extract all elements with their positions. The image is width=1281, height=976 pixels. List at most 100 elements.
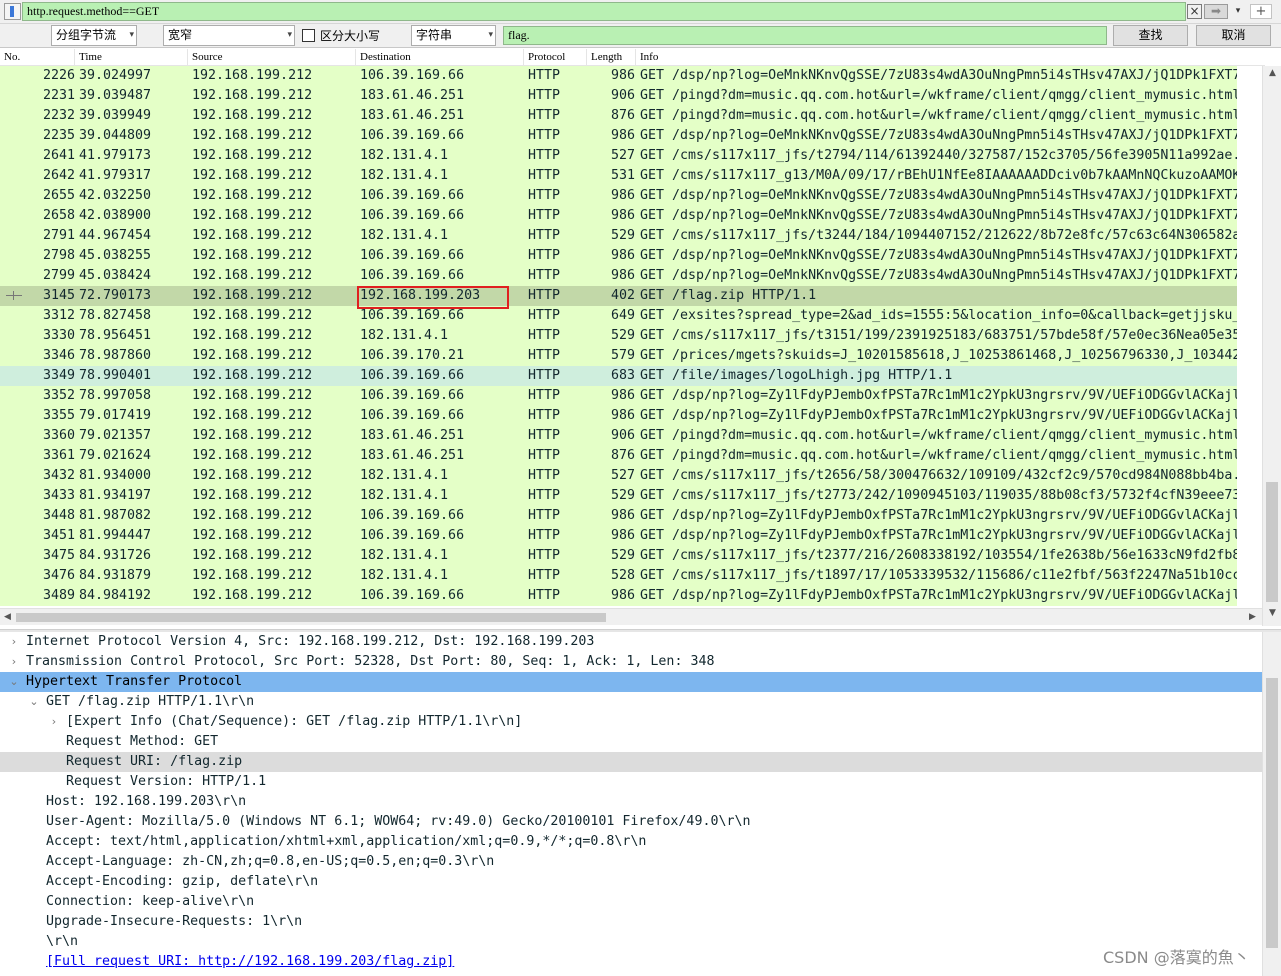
column-header-protocol[interactable]: Protocol [524, 49, 587, 66]
table-row[interactable]: 3360 79.021357 192.168.199.212 183.61.46.25… [0, 426, 1237, 446]
detail-tree-item[interactable]: ⌄ GET /flag.zip HTTP/1.1\r\n [0, 692, 1262, 712]
table-row[interactable]: 2232 39.039949 192.168.199.212 183.61.46.25… [0, 106, 1237, 126]
detail-tree-item[interactable]: \r\n [0, 932, 1262, 952]
detail-tree-item[interactable]: Connection: keep-alive\r\n [0, 892, 1262, 912]
find-button[interactable]: 查找 [1113, 25, 1188, 46]
table-row[interactable]: 2231 39.039487 192.168.199.212 183.61.46.25… [0, 86, 1237, 106]
table-row[interactable]: 2658 42.038900 192.168.199.212 106.39.169.6… [0, 206, 1237, 226]
packet-time: 39.044809 [79, 128, 152, 143]
packet-list-horizontal-scrollbar[interactable]: ◀ ▶ [0, 608, 1262, 625]
packet-length: 876 [610, 108, 635, 123]
search-in-select[interactable]: 分组字节流 ▾ [51, 25, 137, 46]
packet-destination: 183.61.46.251 [360, 108, 465, 123]
column-header-source[interactable]: Source [188, 49, 356, 66]
detail-tree-item[interactable]: › Transmission Control Protocol, Src Port… [0, 652, 1262, 672]
detail-tree-item[interactable]: › [Expert Info (Chat/Sequence): GET /flag… [0, 712, 1262, 732]
table-row[interactable]: 3312 78.827458 192.168.199.212 106.39.169.6… [0, 306, 1237, 326]
packet-number: 3145 [42, 288, 75, 303]
table-row[interactable]: 3330 78.956451 192.168.199.212 182.131.4.1 H… [0, 326, 1237, 346]
expand-collapsed-icon[interactable]: › [8, 652, 20, 672]
packet-time: 45.038255 [79, 248, 152, 263]
table-row[interactable]: 3476 84.931879 192.168.199.212 182.131.4.1 H… [0, 566, 1237, 586]
packet-destination: 182.131.4.1 [360, 228, 449, 243]
packet-time: 44.967454 [79, 228, 152, 243]
packet-source: 192.168.199.212 [192, 88, 313, 103]
table-row[interactable]: 2235 39.044809 192.168.199.212 106.39.169.6… [0, 126, 1237, 146]
table-row[interactable]: 3433 81.934197 192.168.199.212 182.131.4.1 H… [0, 486, 1237, 506]
cancel-button[interactable]: 取消 [1196, 25, 1271, 46]
detail-tree-item[interactable]: User-Agent: Mozilla/5.0 (Windows NT 6.1;… [0, 812, 1262, 832]
table-row[interactable]: 2642 41.979317 192.168.199.212 182.131.4.1 H… [0, 166, 1237, 186]
table-row[interactable]: 3346 78.987860 192.168.199.212 106.39.170.2… [0, 346, 1237, 366]
detail-tree-item[interactable]: Request Version: HTTP/1.1 [0, 772, 1262, 792]
packet-time: 72.790173 [79, 288, 152, 303]
detail-tree-item[interactable]: › Internet Protocol Version 4, Src: 192.1… [0, 632, 1262, 652]
column-header-no[interactable]: No. [0, 49, 75, 66]
detail-tree-item[interactable]: Accept-Encoding: gzip, deflate\r\n [0, 872, 1262, 892]
scroll-right-icon[interactable]: ▶ [1245, 610, 1260, 625]
packet-protocol: HTTP [528, 68, 561, 83]
detail-tree-item[interactable]: [Full request URI: http://192.168.199.20… [0, 952, 1262, 972]
table-row[interactable]: 3448 81.987082 192.168.199.212 106.39.169.6… [0, 506, 1237, 526]
detail-tree-item[interactable]: ⌄ Hypertext Transfer Protocol [0, 672, 1262, 692]
expand-collapsed-icon[interactable]: › [8, 632, 20, 652]
filter-bookmark-icon[interactable] [4, 3, 21, 20]
table-row[interactable]: 2791 44.967454 192.168.199.212 182.131.4.1 H… [0, 226, 1237, 246]
column-header-destination[interactable]: Destination [356, 49, 524, 66]
filter-history-icon[interactable]: ▾ [1231, 4, 1245, 19]
find-string-input[interactable]: flag. [503, 26, 1107, 45]
scrollbar-thumb[interactable] [16, 613, 606, 622]
expand-open-icon[interactable]: ⌄ [28, 692, 40, 712]
table-row[interactable]: 3451 81.994447 192.168.199.212 106.39.169.6… [0, 526, 1237, 546]
packet-destination: 106.39.170.21 [360, 348, 465, 363]
full-request-uri-link[interactable]: [Full request URI: http://192.168.199.20… [46, 952, 454, 972]
packet-list-vertical-scrollbar[interactable]: ▲ ▼ [1262, 66, 1281, 626]
table-row[interactable]: 3349 78.990401 192.168.199.212 106.39.169.6… [0, 366, 1237, 386]
packet-time: 78.987860 [79, 348, 152, 363]
detail-tree-item[interactable]: Upgrade-Insecure-Requests: 1\r\n [0, 912, 1262, 932]
packet-time: 84.984192 [79, 588, 152, 603]
packet-protocol: HTTP [528, 348, 561, 363]
table-row[interactable]: 2226 39.024997 192.168.199.212 106.39.169.6… [0, 66, 1237, 86]
packet-number: 3360 [42, 428, 75, 443]
scrollbar-thumb[interactable] [1266, 678, 1278, 948]
table-row[interactable]: 2798 45.038255 192.168.199.212 106.39.169.6… [0, 246, 1237, 266]
packet-source: 192.168.199.212 [192, 188, 313, 203]
packet-number: 2235 [42, 128, 75, 143]
column-header-info[interactable]: Info [636, 49, 1265, 66]
detail-tree-item[interactable]: Accept-Language: zh-CN,zh;q=0.8,en-US;q=… [0, 852, 1262, 872]
expand-open-icon[interactable]: ⌄ [8, 672, 20, 692]
scroll-left-icon[interactable]: ◀ [0, 610, 15, 625]
display-filter-input[interactable]: http.request.method==GET [22, 2, 1186, 21]
table-row[interactable]: 3355 79.017419 192.168.199.212 106.39.169.6… [0, 406, 1237, 426]
apply-filter-icon[interactable]: ➡ [1204, 4, 1228, 19]
scroll-down-icon[interactable]: ▼ [1265, 606, 1280, 621]
table-row[interactable]: 3145 72.790173 192.168.199.212 192.168.199.… [0, 286, 1237, 306]
packet-time: 78.956451 [79, 328, 152, 343]
char-width-select[interactable]: 宽窄 ▾ [163, 25, 295, 46]
table-row[interactable]: 2655 42.032250 192.168.199.212 106.39.169.6… [0, 186, 1237, 206]
table-row[interactable]: 2641 41.979173 192.168.199.212 182.131.4.1 H… [0, 146, 1237, 166]
details-vertical-scrollbar[interactable] [1262, 632, 1281, 976]
packet-info: GET /pingd?dm=music.qq.com.hot&url=/wkfr… [640, 88, 1237, 103]
column-header-time[interactable]: Time [75, 49, 188, 66]
table-row[interactable]: 3475 84.931726 192.168.199.212 182.131.4.1 H… [0, 546, 1237, 566]
packet-info: GET /pingd?dm=music.qq.com.hot&url=/wkfr… [640, 448, 1237, 463]
search-type-select[interactable]: 字符串 ▾ [411, 25, 496, 46]
scroll-up-icon[interactable]: ▲ [1265, 66, 1280, 81]
detail-tree-item[interactable]: Request URI: /flag.zip [0, 752, 1262, 772]
table-row[interactable]: 3489 84.984192 192.168.199.212 106.39.169.6… [0, 586, 1237, 606]
expand-collapsed-icon[interactable]: › [48, 712, 60, 732]
column-header-length[interactable]: Length [587, 49, 636, 66]
case-sensitive-checkbox[interactable] [302, 29, 315, 42]
add-filter-button-icon[interactable]: + [1250, 4, 1272, 19]
table-row[interactable]: 2799 45.038424 192.168.199.212 106.39.169.6… [0, 266, 1237, 286]
detail-tree-item[interactable]: Accept: text/html,application/xhtml+xml,… [0, 832, 1262, 852]
clear-filter-icon[interactable]: × [1187, 4, 1202, 19]
table-row[interactable]: 3352 78.997058 192.168.199.212 106.39.169.6… [0, 386, 1237, 406]
table-row[interactable]: 3432 81.934000 192.168.199.212 182.131.4.1 H… [0, 466, 1237, 486]
scrollbar-thumb[interactable] [1266, 482, 1278, 602]
detail-tree-item[interactable]: Request Method: GET [0, 732, 1262, 752]
detail-tree-item[interactable]: Host: 192.168.199.203\r\n [0, 792, 1262, 812]
table-row[interactable]: 3361 79.021624 192.168.199.212 183.61.46.25… [0, 446, 1237, 466]
